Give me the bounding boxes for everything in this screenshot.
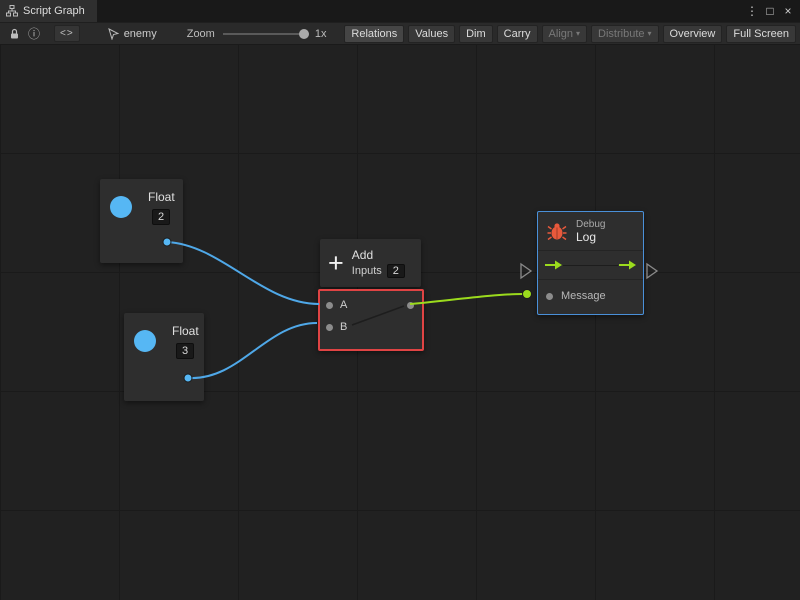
message-port[interactable] — [546, 293, 553, 300]
port-row-a: A — [326, 297, 416, 313]
wire-float1-to-a — [167, 242, 319, 304]
maximize-button[interactable]: □ — [762, 2, 778, 20]
debug-log-node[interactable]: Debug Log Message — [537, 211, 644, 315]
info-icon[interactable]: ⓘ — [24, 25, 44, 43]
dim-label: Dim — [466, 28, 486, 40]
add-node-ports[interactable]: A B — [318, 289, 424, 351]
graph-reference[interactable]: enemy — [108, 28, 157, 40]
toolbar: ⓘ <> enemy Zoom 1x Relations Values Dim … — [0, 22, 800, 45]
float-value-field[interactable]: 3 — [176, 343, 194, 359]
inputs-count-field[interactable]: 2 — [387, 264, 405, 278]
values-label: Values — [415, 28, 448, 40]
wire-float2-to-b — [188, 323, 317, 378]
input-port-b[interactable] — [326, 324, 333, 331]
debug-flow-row — [538, 251, 643, 280]
debug-message-row: Message — [538, 280, 643, 314]
bug-icon — [546, 222, 568, 242]
tab-title: Script Graph — [23, 5, 85, 17]
zoom-value: 1x — [315, 28, 327, 40]
node-title: Add — [352, 248, 373, 262]
debug-node-header: Debug Log — [538, 212, 643, 251]
window-menu-button[interactable]: ⋮ — [744, 2, 760, 20]
full-screen-button[interactable]: Full Screen — [726, 25, 796, 43]
float-port-icon[interactable] — [134, 330, 156, 352]
chevron-down-icon: ▾ — [648, 29, 652, 38]
node-category: Debug — [576, 219, 605, 230]
align-label: Align — [549, 28, 573, 40]
carry-button[interactable]: Carry — [497, 25, 538, 43]
relations-label: Relations — [351, 28, 397, 40]
pointer-icon — [108, 28, 119, 40]
graph-canvas[interactable]: Float 2 Float 3 + Add Inputs 2 A — [0, 45, 800, 600]
graph-name: enemy — [124, 28, 157, 40]
align-button[interactable]: Align ▾ — [542, 25, 587, 43]
wire-add-to-debug — [410, 294, 523, 304]
float-value-field[interactable]: 2 — [152, 209, 170, 225]
dim-button[interactable]: Dim — [459, 25, 493, 43]
overview-label: Overview — [670, 28, 716, 40]
node-title: Log — [576, 230, 605, 244]
flow-output-arrow-icon[interactable] — [618, 259, 637, 271]
carry-label: Carry — [504, 28, 531, 40]
output-port-sum[interactable] — [407, 302, 414, 309]
zoom-label: Zoom — [187, 28, 215, 40]
full-screen-label: Full Screen — [733, 28, 789, 40]
close-button[interactable]: × — [780, 2, 796, 20]
port-row-b: B — [326, 319, 416, 335]
titlebar-spacer — [97, 0, 744, 22]
float-node-1[interactable]: Float 2 — [100, 179, 183, 263]
flow-out-triangle-icon — [647, 264, 657, 278]
inputs-label: Inputs — [352, 265, 382, 277]
port-b-label: B — [340, 321, 347, 333]
code-icon[interactable]: <> — [54, 25, 80, 42]
node-title: Float — [148, 190, 175, 204]
zoom-slider-handle[interactable] — [299, 29, 309, 39]
window-controls: ⋮ □ × — [744, 0, 800, 22]
script-graph-icon — [6, 5, 18, 17]
debug-input-port — [523, 290, 532, 299]
port-a-label: A — [340, 299, 347, 311]
lock-glyph — [9, 28, 20, 40]
zoom-slider[interactable] — [223, 27, 309, 41]
debug-node-titles: Debug Log — [576, 219, 605, 244]
titlebar: Script Graph ⋮ □ × — [0, 0, 800, 22]
float-port-icon[interactable] — [110, 196, 132, 218]
flow-input-arrow-icon[interactable] — [544, 259, 563, 271]
flow-connector-line — [563, 265, 618, 266]
plus-icon: + — [328, 250, 344, 276]
input-port-a[interactable] — [326, 302, 333, 309]
distribute-button[interactable]: Distribute ▾ — [591, 25, 658, 43]
message-label: Message — [561, 290, 606, 302]
add-node-titles: Add Inputs 2 — [352, 248, 405, 278]
values-button[interactable]: Values — [408, 25, 455, 43]
flow-in-triangle-icon — [521, 264, 531, 278]
node-title: Float — [172, 324, 199, 338]
tab-script-graph[interactable]: Script Graph — [0, 0, 97, 22]
distribute-label: Distribute — [598, 28, 644, 40]
float-node-2[interactable]: Float 3 — [124, 313, 204, 401]
zoom-slider-track — [223, 33, 309, 35]
relations-button[interactable]: Relations — [344, 25, 404, 43]
lock-icon[interactable] — [4, 25, 24, 43]
inputs-row: Inputs 2 — [352, 264, 405, 278]
overview-button[interactable]: Overview — [663, 25, 723, 43]
add-node-header[interactable]: + Add Inputs 2 — [320, 239, 421, 287]
chevron-down-icon: ▾ — [576, 29, 580, 38]
unity-script-graph-window: Script Graph ⋮ □ × ⓘ <> enemy Zoom — [0, 0, 800, 600]
